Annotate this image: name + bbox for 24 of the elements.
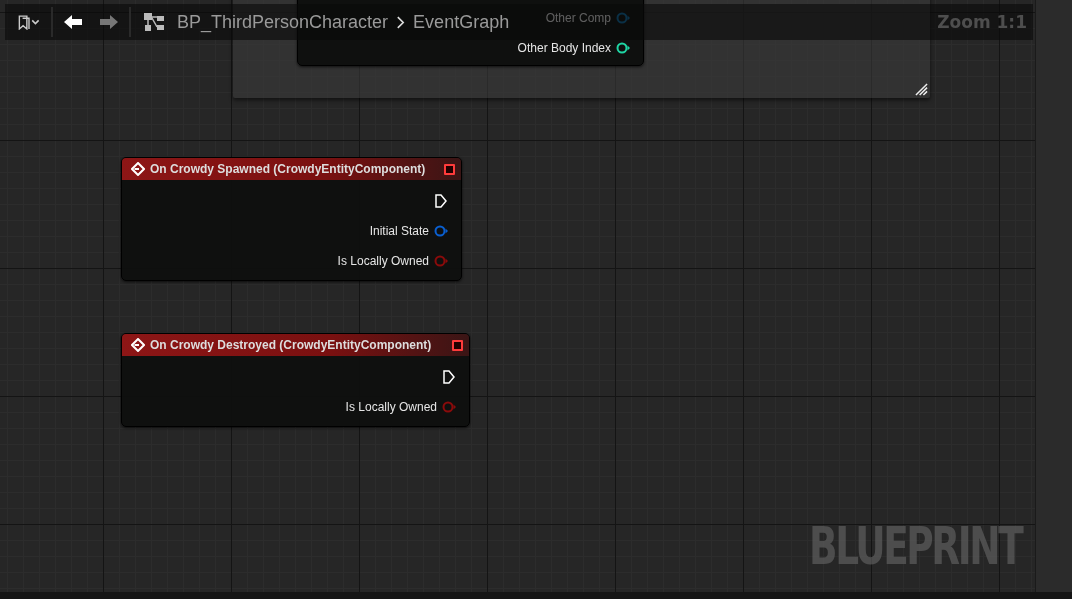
forward-arrow-icon xyxy=(99,14,119,30)
delegate-pin-icon[interactable] xyxy=(444,163,455,175)
bookmark-icon xyxy=(17,14,41,30)
node-title: On Crowdy Spawned (CrowdyEntityComponent) xyxy=(150,162,427,176)
breadcrumb-link[interactable]: BP_ThirdPersonCharacter xyxy=(177,11,389,33)
event-node[interactable]: On Crowdy Destroyed (CrowdyEntityComponent) Is Locally Owned xyxy=(121,333,470,427)
resize-handle-icon[interactable] xyxy=(915,83,928,96)
graph-icon xyxy=(143,12,165,32)
pin-label: Other Body Index xyxy=(517,41,611,55)
node-title: On Crowdy Destroyed (CrowdyEntityComponent) xyxy=(150,338,433,352)
event-icon xyxy=(131,162,145,176)
pin-label: Is Locally Owned xyxy=(345,400,437,414)
exec-pin-icon[interactable] xyxy=(435,194,447,208)
event-icon xyxy=(131,338,145,352)
exec-pin-icon[interactable] xyxy=(443,370,455,384)
pin-label: Initial State xyxy=(369,224,429,238)
event-node[interactable]: On Crowdy Spawned (CrowdyEntityComponent) Initial State Is Locally Owned xyxy=(121,157,462,281)
zoom-label: Zoom 1:1 xyxy=(937,12,1028,32)
breadcrumb-link[interactable]: EventGraph xyxy=(413,11,510,33)
pin-label: Other Comp xyxy=(545,11,611,25)
delegate-pin-icon[interactable] xyxy=(452,339,463,351)
pin-label: Is Locally Owned xyxy=(337,254,429,268)
data-pin-icon[interactable] xyxy=(616,42,631,54)
back-arrow-icon xyxy=(63,14,83,30)
